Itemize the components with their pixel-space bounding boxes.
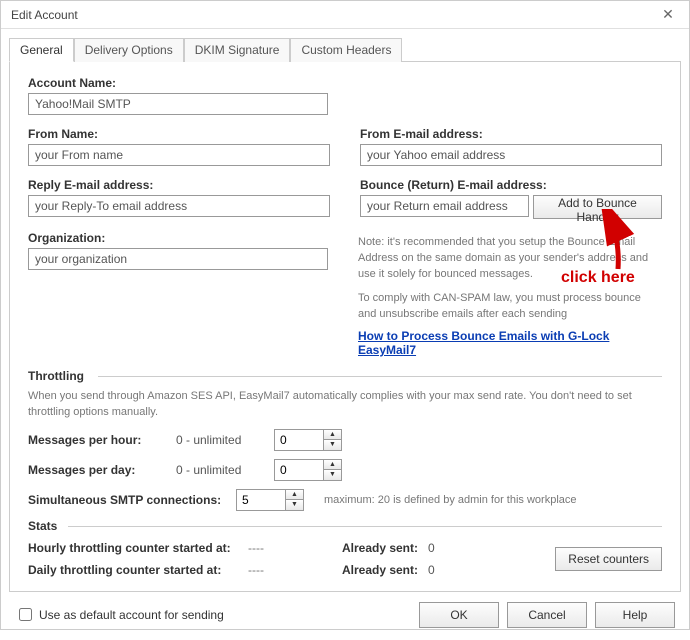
close-icon[interactable]: ✕: [653, 4, 683, 26]
bounce-howto-link[interactable]: How to Process Bounce Emails with G-Lock…: [358, 329, 662, 357]
tab-delivery-options[interactable]: Delivery Options: [74, 38, 184, 62]
title-bar: Edit Account ✕: [1, 1, 689, 29]
spinner-down-icon[interactable]: ▼: [324, 470, 341, 480]
from-email-label: From E-mail address:: [360, 127, 662, 141]
messages-per-hour-label: Messages per hour:: [28, 433, 168, 447]
messages-per-hour-input[interactable]: [274, 429, 324, 451]
tab-custom-headers[interactable]: Custom Headers: [290, 38, 402, 62]
window-title: Edit Account: [11, 8, 78, 22]
cancel-button[interactable]: Cancel: [507, 602, 587, 628]
tab-general[interactable]: General: [9, 38, 74, 62]
organization-label: Organization:: [28, 231, 328, 245]
tab-dkim-signature[interactable]: DKIM Signature: [184, 38, 291, 62]
already-sent-daily-value: 0: [428, 563, 468, 577]
spinner-up-icon[interactable]: ▲: [286, 490, 303, 501]
reply-email-label: Reply E-mail address:: [28, 178, 330, 192]
organization-input[interactable]: [28, 248, 328, 270]
messages-per-day-spinner[interactable]: ▲ ▼: [274, 459, 344, 481]
from-email-input[interactable]: [360, 144, 662, 166]
messages-per-hour-hint: 0 - unlimited: [176, 433, 266, 447]
already-sent-hourly-label: Already sent:: [308, 541, 418, 555]
max-connections-note: maximum: 20 is defined by admin for this…: [324, 494, 577, 506]
hourly-counter-value: ----: [248, 541, 308, 555]
use-default-checkbox[interactable]: [19, 608, 32, 621]
already-sent-daily-label: Already sent:: [308, 563, 418, 577]
bounce-note-2: To comply with CAN-SPAM law, you must pr…: [358, 291, 662, 323]
use-default-label: Use as default account for sending: [39, 608, 224, 622]
reply-email-input[interactable]: [28, 195, 330, 217]
add-to-bounce-handler-button[interactable]: Add to Bounce Handler: [533, 195, 662, 219]
throttling-description: When you send through Amazon SES API, Ea…: [28, 389, 662, 421]
smtp-connections-spinner[interactable]: ▲ ▼: [236, 489, 306, 511]
messages-per-day-input[interactable]: [274, 459, 324, 481]
messages-per-day-hint: 0 - unlimited: [176, 463, 266, 477]
from-name-input[interactable]: [28, 144, 330, 166]
spinner-down-icon[interactable]: ▼: [286, 500, 303, 510]
throttling-section-header: Throttling: [28, 369, 662, 383]
reset-counters-button[interactable]: Reset counters: [555, 547, 662, 571]
hourly-counter-label: Hourly throttling counter started at:: [28, 541, 248, 555]
messages-per-day-label: Messages per day:: [28, 463, 168, 477]
general-panel: Account Name: From Name: From E-mail add…: [9, 61, 681, 592]
messages-per-hour-spinner[interactable]: ▲ ▼: [274, 429, 344, 451]
spinner-down-icon[interactable]: ▼: [324, 440, 341, 450]
help-button[interactable]: Help: [595, 602, 675, 628]
bounce-email-input[interactable]: [360, 195, 529, 217]
ok-button[interactable]: OK: [419, 602, 499, 628]
from-name-label: From Name:: [28, 127, 330, 141]
daily-counter-value: ----: [248, 563, 308, 577]
already-sent-hourly-value: 0: [428, 541, 468, 555]
stats-section-header: Stats: [28, 519, 662, 533]
smtp-connections-label: Simultaneous SMTP connections:: [28, 493, 228, 507]
bounce-email-label: Bounce (Return) E-mail address:: [360, 178, 662, 192]
account-name-input[interactable]: [28, 93, 328, 115]
daily-counter-label: Daily throttling counter started at:: [28, 563, 248, 577]
spinner-up-icon[interactable]: ▲: [324, 430, 341, 441]
tab-strip: General Delivery Options DKIM Signature …: [9, 37, 681, 61]
dialog-footer: Use as default account for sending OK Ca…: [1, 592, 689, 640]
spinner-up-icon[interactable]: ▲: [324, 460, 341, 471]
smtp-connections-input[interactable]: [236, 489, 286, 511]
account-name-label: Account Name:: [28, 76, 328, 90]
bounce-note-1: Note: it's recommended that you setup th…: [358, 235, 662, 283]
use-default-checkbox-wrap[interactable]: Use as default account for sending: [15, 605, 224, 624]
